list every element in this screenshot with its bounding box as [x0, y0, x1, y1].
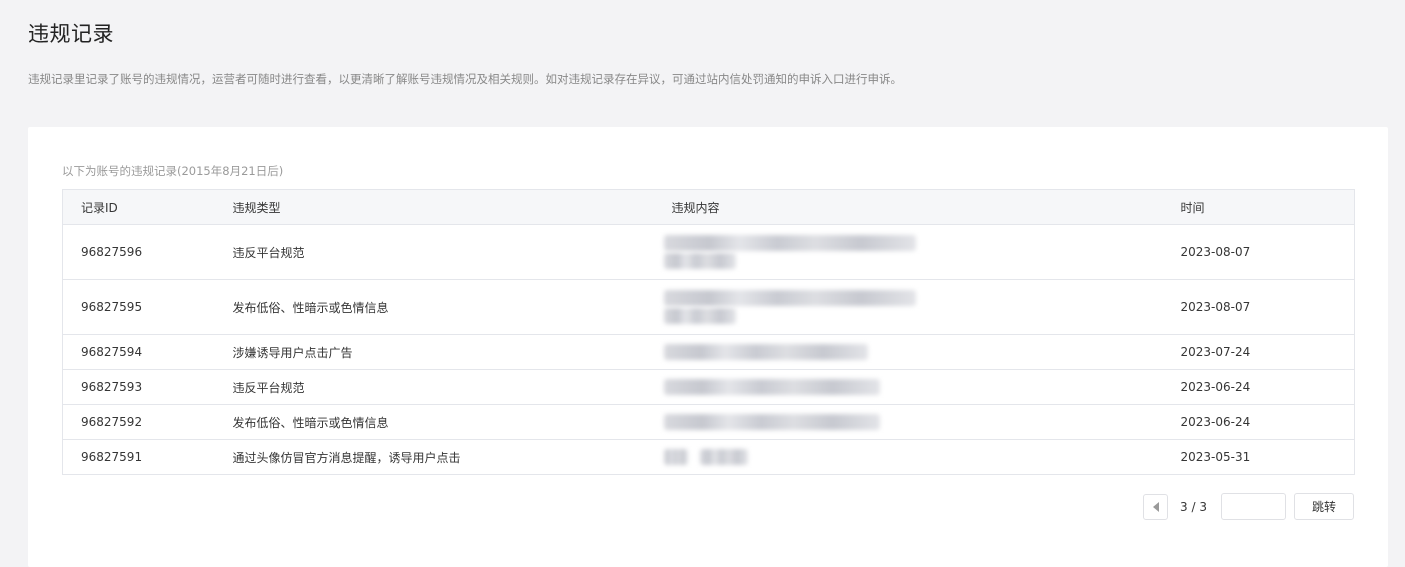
record-time: 2023-06-24: [1162, 404, 1355, 440]
record-content: [653, 369, 1163, 405]
column-header-content: 违规内容: [653, 189, 1163, 225]
records-intro: 以下为账号的违规记录(2015年8月21日后): [62, 164, 284, 178]
column-header-type: 违规类型: [214, 189, 654, 225]
prev-page-button[interactable]: [1143, 493, 1169, 520]
table-row: 96827594 涉嫌诱导用户点击广告 2023-07-24: [62, 334, 1355, 370]
page-description: 违规记录里记录了账号的违规情况，运营者可随时进行查看，以更清晰了解账号违规情况及…: [28, 72, 902, 86]
record-time: 2023-08-07: [1162, 279, 1355, 335]
record-content: [653, 404, 1163, 440]
redacted-content: [663, 414, 1163, 430]
record-id: 96827595: [62, 279, 215, 335]
record-content: [654, 440, 1163, 475]
caret-left-icon: [1152, 501, 1159, 512]
column-header-id: 记录ID: [62, 189, 215, 225]
record-id: 96827594: [62, 334, 215, 370]
redacted-content: [663, 447, 1163, 467]
table-row: 96827596 违反平台规范 2023-08-07: [62, 224, 1355, 280]
redacted-content: [663, 290, 1163, 324]
record-type: 通过头像仿冒官方消息提醒，诱导用户点击: [232, 450, 461, 465]
record-content: [653, 279, 1163, 335]
records-card: 以下为账号的违规记录(2015年8月21日后) 记录ID 违规类型 违规内容 时…: [28, 127, 1388, 567]
page-indicator: 3 / 3: [1180, 499, 1207, 514]
record-content: [653, 224, 1163, 280]
jump-button[interactable]: 跳转: [1294, 493, 1354, 520]
record-content: [653, 334, 1163, 370]
record-time: 2023-06-24: [1162, 369, 1355, 405]
record-type: 违反平台规范: [214, 369, 654, 405]
record-id: 96827596: [62, 224, 215, 280]
record-time: 2023-07-24: [1162, 334, 1355, 370]
record-type: 发布低俗、性暗示或色情信息: [214, 279, 654, 335]
column-header-time: 时间: [1162, 189, 1355, 225]
page-title: 违规记录: [28, 22, 114, 46]
redacted-content: [663, 235, 1163, 269]
record-type: 涉嫌诱导用户点击广告: [214, 334, 654, 370]
table-header-row: 记录ID 违规类型 违规内容 时间: [62, 189, 1355, 225]
record-type: 发布低俗、性暗示或色情信息: [214, 404, 654, 440]
pagination: 3 / 3 跳转: [1143, 493, 1354, 520]
table-row: 96827593 违反平台规范 2023-06-24: [62, 369, 1355, 405]
record-type: 违反平台规范: [214, 224, 654, 280]
records-table: 记录ID 违规类型 违规内容 时间 96827596 违反平台规范 2023-0…: [62, 189, 1355, 475]
record-id: 96827591: [81, 450, 143, 464]
table-row: 96827595 发布低俗、性暗示或色情信息 2023-08-07: [62, 279, 1355, 335]
record-id: 96827593: [62, 369, 215, 405]
record-time: 2023-08-07: [1162, 224, 1355, 280]
redacted-content: [663, 344, 1163, 360]
table-row: 96827592 发布低俗、性暗示或色情信息 2023-06-24: [62, 404, 1355, 440]
record-id: 96827592: [62, 404, 215, 440]
table-row: 96827591 通过头像仿冒官方消息提醒，诱导用户点击 2023-05-31: [63, 440, 1355, 475]
record-time: 2023-05-31: [1180, 450, 1251, 464]
redacted-content: [663, 379, 1163, 395]
page-jump-input[interactable]: [1221, 493, 1286, 520]
